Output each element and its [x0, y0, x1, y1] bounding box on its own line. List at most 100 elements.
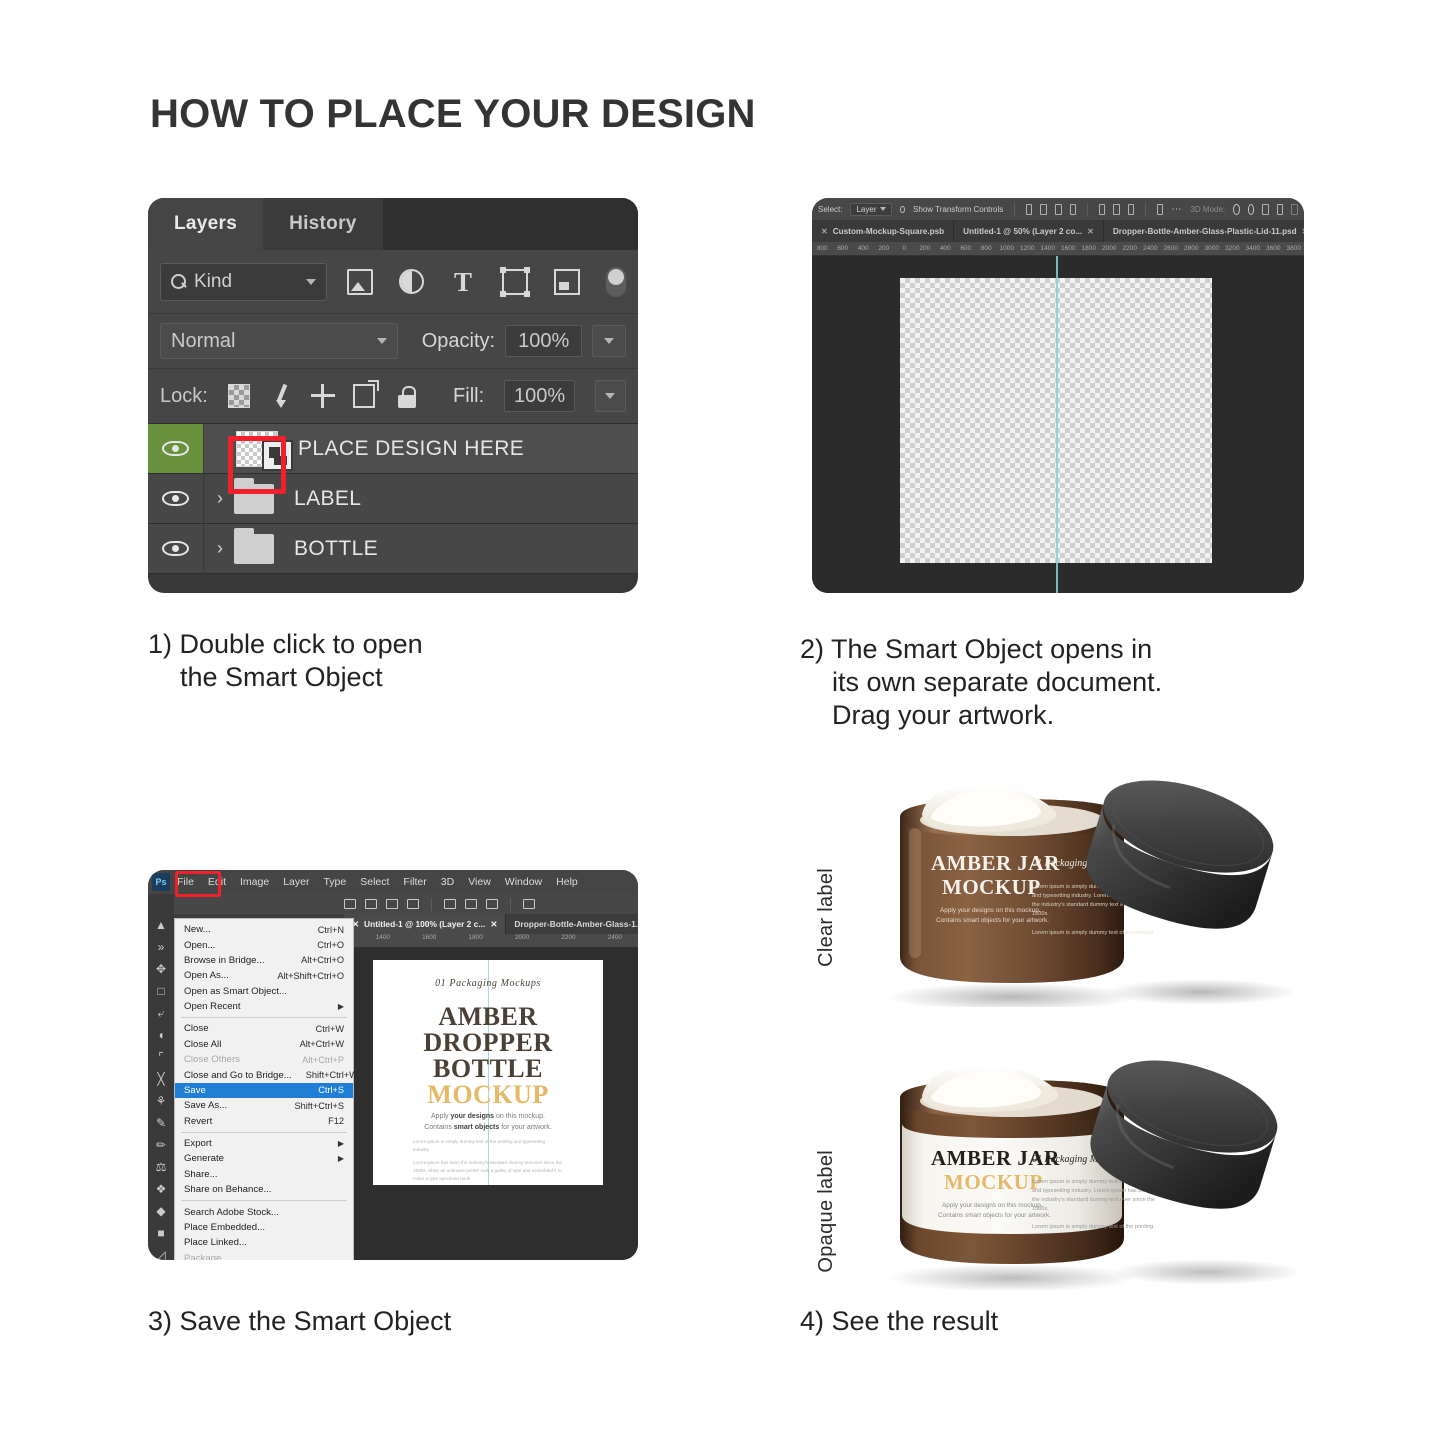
layer-row-place-design-here[interactable]: PLACE DESIGN HERE — [148, 424, 638, 474]
distribute-vertical-center-icon[interactable] — [465, 899, 477, 909]
menu-option-open[interactable]: Open... Ctrl+O — [175, 937, 353, 952]
pixel-layer-icon[interactable] — [347, 268, 373, 295]
clone-stamp-tool-icon[interactable]: ⚖ — [148, 1156, 174, 1178]
menu-option-close-all[interactable]: Close All Alt+Ctrl+W — [175, 1037, 353, 1052]
menu-option-open-as-smart-object[interactable]: Open as Smart Object... — [175, 984, 353, 999]
layer-visibility-toggle[interactable] — [148, 424, 204, 473]
3d-slide-icon[interactable] — [1276, 203, 1284, 215]
align-right-icon[interactable] — [1054, 203, 1062, 215]
expand-tools-icon[interactable]: » — [148, 936, 174, 958]
brush-tool-icon[interactable]: ✏ — [148, 1134, 174, 1156]
layer-row-label[interactable]: › LABEL — [148, 474, 638, 524]
align-center-horizontal-icon[interactable] — [1040, 203, 1047, 215]
menu-option-save-as[interactable]: Save As... Shift+Ctrl+S — [175, 1098, 353, 1113]
marquee-tool-icon[interactable]: □ — [148, 980, 174, 1002]
3d-roll-icon[interactable] — [1247, 203, 1255, 215]
document-tab-active[interactable]: ✕ Untitled-1 @ 100% (Layer 2 c... ✕ — [344, 914, 507, 934]
quick-selection-tool-icon[interactable]: ◖ — [148, 1024, 174, 1046]
distribute-bottom-icon[interactable] — [1127, 203, 1135, 215]
menu-option-save[interactable]: Save Ctrl+S — [175, 1082, 353, 1099]
menu-option-generate[interactable]: Generate ▶ — [175, 1151, 353, 1166]
eyedropper-tool-icon[interactable]: ⚘ — [148, 1090, 174, 1112]
horizontal-ruler[interactable]: 800 600 400 200 0 200 400 600 800 1000 1… — [812, 242, 1304, 256]
show-transform-controls-checkbox[interactable] — [900, 205, 906, 213]
lock-image-pixels-icon[interactable] — [270, 384, 292, 408]
select-target-dropdown[interactable]: Layer — [850, 202, 893, 216]
menu-option-open-recent[interactable]: Open Recent ▶ — [175, 999, 353, 1014]
3d-scale-icon[interactable] — [1291, 203, 1299, 215]
layer-kind-filter[interactable]: Kind — [160, 262, 327, 301]
distribute-top-icon[interactable] — [1098, 203, 1106, 215]
align-right-icon[interactable] — [386, 899, 398, 909]
3d-rotate-icon[interactable] — [1233, 203, 1240, 215]
menu-option-close-and-go-to-bridge[interactable]: Close and Go to Bridge... Shift+Ctrl+W — [175, 1067, 358, 1082]
healing-brush-tool-icon[interactable]: ✎ — [148, 1112, 174, 1134]
lock-artboard-icon[interactable] — [353, 380, 380, 408]
menu-option-close[interactable]: Close Ctrl+W — [175, 1021, 353, 1036]
menu-option-search-adobe-stock[interactable]: Search Adobe Stock... — [175, 1204, 353, 1219]
close-icon[interactable]: ✕ — [490, 919, 497, 929]
layer-visibility-toggle[interactable] — [148, 474, 204, 523]
adjustment-layer-icon[interactable] — [399, 269, 424, 294]
lasso-tool-icon[interactable]: ⤶ — [148, 1002, 174, 1024]
menu-option-browse-in-bridge[interactable]: Browse in Bridge... Alt+Ctrl+O — [175, 953, 353, 968]
distribute-horizontal-icon[interactable] — [1156, 203, 1164, 215]
lock-all-icon[interactable] — [395, 384, 417, 408]
gradient-tool-icon[interactable]: ■ — [148, 1222, 174, 1244]
frame-tool-icon[interactable]: ╳ — [148, 1068, 174, 1090]
close-icon[interactable]: ✕ — [1087, 227, 1094, 236]
menu-item-3d[interactable]: 3D — [434, 876, 461, 888]
home-icon[interactable]: ▲ — [148, 914, 174, 936]
eraser-tool-icon[interactable]: ◆ — [148, 1200, 174, 1222]
document-tab[interactable]: Dropper-Bottle-Amber-Glass-Plastic-Lid-1… — [1103, 220, 1304, 242]
filter-toggle-icon[interactable] — [606, 266, 626, 297]
align-center-horizontal-icon[interactable] — [365, 899, 377, 909]
blur-tool-icon[interactable]: ◿ — [148, 1244, 174, 1260]
layer-row-bottle[interactable]: › BOTTLE — [148, 524, 638, 574]
menu-item-view[interactable]: View — [461, 876, 498, 888]
align-left-icon[interactable] — [1025, 203, 1033, 215]
menu-option-share[interactable]: Share... — [175, 1167, 353, 1182]
lock-position-icon[interactable] — [311, 384, 336, 408]
group-expand-arrow-icon[interactable]: › — [212, 488, 228, 509]
close-icon[interactable]: ✕ — [1302, 227, 1304, 236]
opacity-input[interactable]: 100% — [505, 325, 583, 357]
group-expand-arrow-icon[interactable]: › — [212, 538, 228, 559]
align-middle-icon[interactable] — [407, 899, 419, 909]
menu-option-export[interactable]: Export ▶ — [175, 1136, 353, 1151]
fill-input[interactable]: 100% — [504, 380, 575, 412]
file-menu-dropdown[interactable]: New... Ctrl+N Open... Ctrl+O Browse in Bri… — [174, 918, 358, 1260]
fill-stepper[interactable] — [595, 380, 626, 412]
menu-option-share-on-behance[interactable]: Share on Behance... — [175, 1182, 353, 1197]
document-tab[interactable]: Dropper-Bottle-Amber-Glass-1.psd — [506, 914, 638, 934]
distribute-vertical-center-icon[interactable] — [1113, 203, 1120, 215]
menu-item-help[interactable]: Help — [549, 876, 585, 888]
document-tab[interactable]: ✕ Custom-Mockup-Square.psb — [812, 220, 955, 242]
document-tab[interactable]: Untitled-1 @ 50% (Layer 2 co... ✕ — [954, 220, 1104, 242]
blend-mode-select[interactable]: Normal — [160, 323, 398, 359]
menu-option-revert[interactable]: Revert F12 — [175, 1114, 353, 1129]
menu-option-new[interactable]: New... Ctrl+N — [175, 922, 353, 937]
distribute-top-icon[interactable] — [444, 899, 456, 909]
menu-option-place-embedded[interactable]: Place Embedded... — [175, 1220, 353, 1235]
3d-drag-icon[interactable] — [1262, 203, 1269, 215]
document-canvas[interactable] — [812, 256, 1304, 593]
menu-option-place-linked[interactable]: Place Linked... — [175, 1235, 353, 1250]
menu-item-filter[interactable]: Filter — [396, 876, 433, 888]
menu-item-window[interactable]: Window — [498, 876, 549, 888]
move-tool-icon[interactable]: ✥ — [148, 958, 174, 980]
align-middle-icon[interactable] — [1069, 203, 1077, 215]
layer-visibility-toggle[interactable] — [148, 524, 204, 573]
distribute-horizontal-icon[interactable] — [523, 899, 535, 909]
lock-transparent-pixels-icon[interactable] — [227, 384, 250, 408]
align-left-icon[interactable] — [344, 899, 356, 909]
tab-layers[interactable]: Layers — [148, 198, 264, 250]
distribute-bottom-icon[interactable] — [486, 899, 498, 909]
crop-tool-icon[interactable]: ⌜ — [148, 1046, 174, 1068]
type-layer-icon[interactable]: T — [450, 268, 476, 295]
smart-object-icon[interactable] — [554, 268, 580, 295]
close-icon[interactable]: ✕ — [821, 227, 828, 236]
menu-item-layer[interactable]: Layer — [276, 876, 316, 888]
tab-history[interactable]: History — [263, 198, 383, 250]
history-brush-tool-icon[interactable]: ❖ — [148, 1178, 174, 1200]
